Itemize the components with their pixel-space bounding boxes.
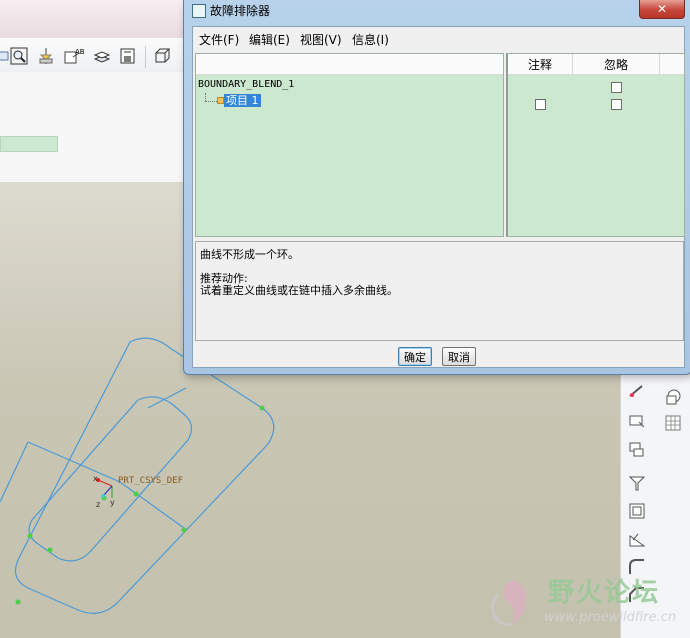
datum-plane-icon[interactable] <box>663 387 683 407</box>
column-header-ignore[interactable]: 忽略 <box>573 54 660 75</box>
vertex-point <box>133 491 139 497</box>
axis-y-label: y <box>110 498 115 507</box>
rib-icon[interactable] <box>627 529 647 549</box>
cancel-button[interactable]: 取消 <box>442 347 476 366</box>
tree-child-item-selected[interactable]: 项目 1 <box>224 94 261 107</box>
csys-label: PRT_CSYS_DEF <box>118 476 184 486</box>
left-curve <box>0 441 29 503</box>
forum-watermark: 野火论坛 www.proewildfire.cn <box>478 566 690 638</box>
watermark-url: www.proewildfire.cn <box>544 610 677 625</box>
spin-center-icon[interactable] <box>36 46 56 66</box>
watermark-logo <box>491 580 527 626</box>
orient-icon[interactable]: AB <box>64 46 84 66</box>
tree-header <box>196 54 503 75</box>
sketch-icon[interactable] <box>627 381 647 401</box>
dialog-window-icon <box>192 4 206 18</box>
column-header-note[interactable]: 注释 <box>508 54 573 75</box>
tree-connector <box>205 101 217 102</box>
saved-views-icon[interactable] <box>118 46 138 66</box>
column-header-blank <box>660 54 684 75</box>
status-columns: 注释 忽略 <box>506 53 685 237</box>
menu-file[interactable]: 文件(F) <box>199 31 239 48</box>
dashboard-input-field[interactable] <box>0 136 58 152</box>
watermark-text: 野火论坛 <box>548 578 661 608</box>
layers-icon[interactable] <box>92 46 112 66</box>
vertex-point <box>181 527 187 533</box>
toolbar-separator <box>145 46 146 68</box>
column-header-ignore-label: 忽略 <box>603 57 628 72</box>
recommended-action-text: 试着重定义曲线或在链中插入多余曲线。 <box>200 284 398 297</box>
tree-root-item[interactable]: BOUNDARY_BLEND_1 <box>198 79 294 90</box>
close-icon: ✕ <box>656 2 668 16</box>
item-node-icon <box>217 97 224 104</box>
ok-button[interactable]: 确定 <box>398 347 432 366</box>
vertex-point <box>47 547 53 553</box>
vertex-point <box>15 599 21 605</box>
draft-icon[interactable] <box>627 473 647 493</box>
troubleshooter-dialog: 故障排除器 ✕ 文件(F) 编辑(E) 视图(V) 信息(I) BOUNDARY… <box>183 0 690 375</box>
csys-marker <box>96 478 113 498</box>
axis-x-label: x <box>93 474 98 483</box>
datum-point-icon[interactable] <box>627 411 647 431</box>
close-button[interactable]: ✕ <box>639 0 685 19</box>
menu-view[interactable]: 视图(V) <box>300 31 342 48</box>
message-panel: 曲线不形成一个环。 推荐动作: 试着重定义曲线或在链中插入多余曲线。 <box>195 241 684 341</box>
csys-icon[interactable] <box>627 439 647 459</box>
menu-info[interactable]: 信息(I) <box>352 31 389 48</box>
tree-connector <box>205 93 206 101</box>
root-ignore-checkbox[interactable] <box>611 82 622 93</box>
dialog-title: 故障排除器 <box>210 4 271 18</box>
curve-vertices <box>15 405 265 605</box>
vertex-point <box>259 405 265 411</box>
cancel-button-label: 取消 <box>448 350 470 364</box>
zoom-fit-icon[interactable] <box>9 46 29 66</box>
dialog-body: 文件(F) 编辑(E) 视图(V) 信息(I) BOUNDARY_BLEND_1… <box>192 26 685 368</box>
top-link-curve <box>147 387 187 409</box>
menu-edit[interactable]: 编辑(E) <box>249 31 290 48</box>
pattern-icon[interactable] <box>663 413 683 433</box>
shell-icon[interactable] <box>627 501 647 521</box>
item-note-checkbox[interactable] <box>535 99 546 110</box>
ok-button-label: 确定 <box>404 350 426 364</box>
column-header-note-label: 注释 <box>527 57 552 72</box>
error-message: 曲线不形成一个环。 <box>200 248 299 261</box>
item-ignore-checkbox[interactable] <box>611 99 622 110</box>
axis-z-label: z <box>96 500 101 509</box>
vertex-point <box>27 533 33 539</box>
menu-bar: 文件(F) 编辑(E) 视图(V) 信息(I) <box>193 27 684 49</box>
view-3d-icon[interactable] <box>152 46 172 66</box>
